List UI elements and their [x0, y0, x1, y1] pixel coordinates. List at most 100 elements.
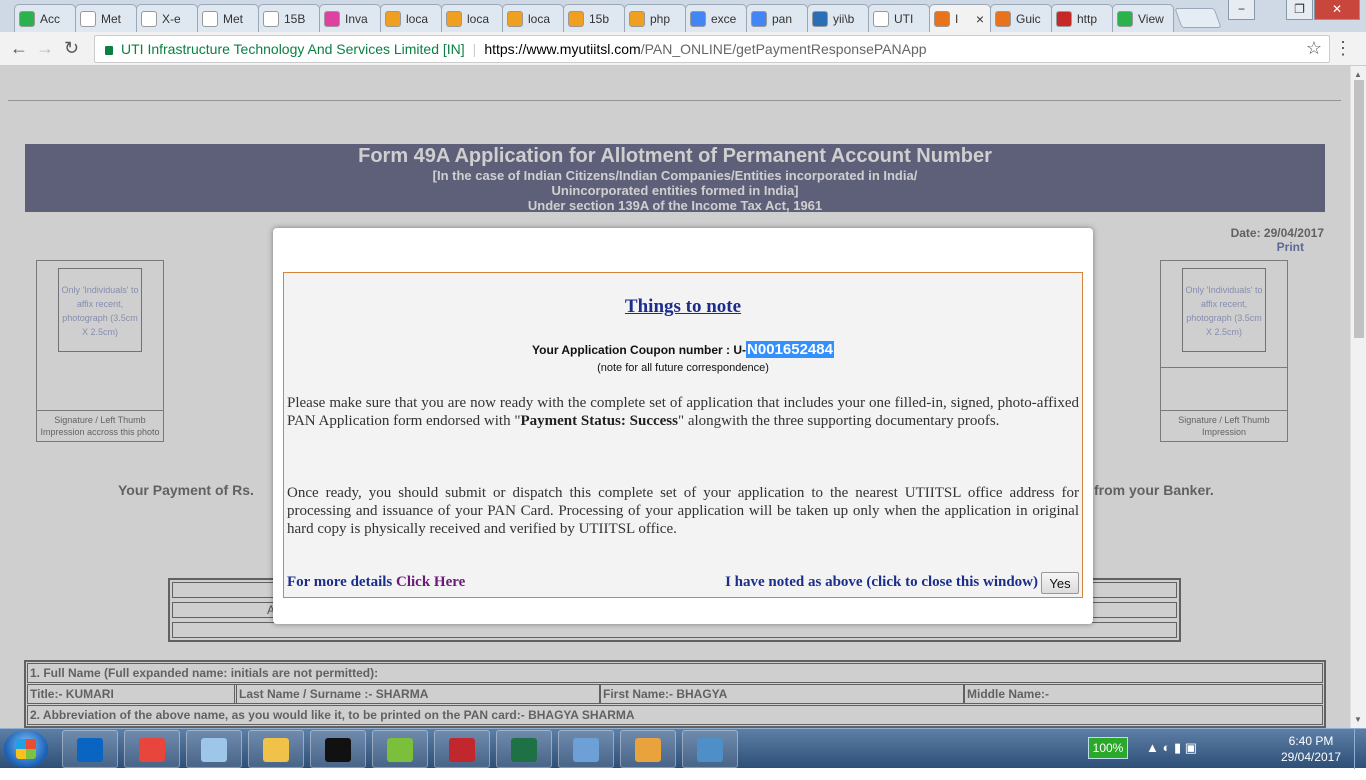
yes-button[interactable]: Yes	[1041, 572, 1079, 594]
cmd-icon	[325, 738, 351, 762]
browser-tab[interactable]: http	[1051, 4, 1113, 32]
close-window-button[interactable]: ✕	[1314, 0, 1360, 20]
tab-label: loca	[406, 11, 429, 26]
url-input[interactable]: UTI Infrastructure Technology And Servic…	[94, 35, 1330, 63]
dialog-frame: Things to note Your Application Coupon n…	[283, 272, 1083, 598]
browser-tab[interactable]: 15b	[563, 4, 625, 32]
tab-favicon-icon	[202, 10, 218, 27]
things-to-note-dialog: Things to note Your Application Coupon n…	[273, 228, 1093, 624]
scroll-down-icon[interactable]: ▼	[1354, 715, 1362, 724]
browser-tab[interactable]: Guic	[990, 4, 1052, 32]
instructions-paragraph-2: Once ready, you should submit or dispatc…	[287, 485, 1079, 537]
tab-label: View	[1138, 11, 1164, 26]
bookmark-star-icon[interactable]: ☆	[1306, 38, 1322, 59]
reload-icon[interactable]: ↻	[64, 38, 79, 59]
url-host: https://www.myutiitsl.com	[484, 41, 641, 57]
tab-label: yii\b	[833, 11, 855, 26]
page-scrollbar[interactable]: ▲ ▼	[1350, 66, 1366, 728]
payment-status-text: Payment Status: Success	[520, 413, 678, 429]
browser-tab[interactable]: loca	[502, 4, 564, 32]
taskbar-chrome[interactable]	[124, 730, 180, 768]
close-tab-icon[interactable]: ×	[976, 11, 984, 27]
virtualbox-icon	[573, 738, 599, 762]
browser-tab[interactable]: Met	[75, 4, 137, 32]
coupon-number[interactable]: N001652484	[746, 341, 834, 358]
tab-strip: Acc Met X-e Met 15B Inva loca loca loca 15b php exc…	[0, 0, 1366, 32]
photo-viewer-icon	[697, 738, 723, 762]
taskbar-paint[interactable]	[620, 730, 676, 768]
browser-tab[interactable]: UTI	[868, 4, 930, 32]
taskbar-virtualbox[interactable]	[558, 730, 614, 768]
tab-label: loca	[528, 11, 551, 26]
taskbar-filezilla[interactable]	[434, 730, 490, 768]
tray-icons[interactable]: ▲ ◐ ▮ ▣	[1146, 740, 1197, 780]
scroll-up-icon[interactable]: ▲	[1354, 70, 1362, 79]
taskbar-cmd[interactable]	[310, 730, 366, 768]
tab-favicon-icon	[690, 10, 706, 27]
filezilla-icon	[449, 738, 475, 762]
tab-label: Acc	[40, 11, 61, 26]
tab-label: UTI	[894, 11, 914, 26]
taskbar-excel[interactable]	[496, 730, 552, 768]
scrollbar-thumb[interactable]	[1354, 80, 1364, 338]
tab-favicon-icon	[263, 10, 279, 27]
maximize-button[interactable]: ❐	[1286, 0, 1313, 20]
address-bar: ← → ↻ UTI Infrastructure Technology And …	[0, 32, 1366, 66]
browser-tab[interactable]: pan	[746, 4, 808, 32]
instructions-paragraph-1: Please make sure that you are now ready …	[287, 395, 1079, 429]
notepad-plus-icon	[387, 738, 413, 762]
tab-label: Met	[101, 11, 122, 26]
noted-label: I have noted as above (click to close th…	[725, 574, 1038, 590]
tab-label: 15b	[589, 11, 610, 26]
taskbar-outlook[interactable]	[62, 730, 118, 768]
forward-icon[interactable]: →	[36, 38, 54, 59]
browser-tab[interactable]: exce	[685, 4, 747, 32]
new-tab-button[interactable]	[1174, 8, 1222, 28]
minimize-button[interactable]: −	[1228, 0, 1255, 20]
browser-tab[interactable]: I ×	[929, 4, 991, 32]
paint-icon	[635, 738, 661, 762]
browser-tab[interactable]: loca	[380, 4, 442, 32]
tab-label: Guic	[1016, 11, 1041, 26]
chrome-icon	[139, 738, 165, 762]
clock-date: 29/04/2017	[1280, 750, 1342, 764]
click-here-link[interactable]: Click Here	[396, 574, 465, 590]
more-details: For more details Click Here	[287, 574, 466, 590]
taskbar-notepad[interactable]	[186, 730, 242, 768]
start-button[interactable]	[4, 731, 48, 767]
excel-icon	[511, 738, 537, 762]
browser-tab[interactable]: 15B	[258, 4, 320, 32]
tab-favicon-icon	[934, 10, 950, 27]
browser-tab[interactable]: Acc	[14, 4, 76, 32]
browser-tab[interactable]: loca	[441, 4, 503, 32]
tab-favicon-icon	[995, 10, 1011, 27]
tab-favicon-icon	[812, 10, 828, 27]
page-content: Form 49A Application for Allotment of Pe…	[0, 66, 1350, 728]
outlook-icon	[77, 738, 103, 762]
tab-favicon-icon	[1056, 10, 1072, 27]
tab-favicon-icon	[385, 10, 401, 27]
browser-tab[interactable]: Inva	[319, 4, 381, 32]
tab-label: Inva	[345, 11, 368, 26]
tab-label: I	[955, 11, 959, 26]
taskbar-explorer[interactable]	[248, 730, 304, 768]
tab-label: 15B	[284, 11, 306, 26]
browser-tab[interactable]: X-e	[136, 4, 198, 32]
lock-icon	[105, 46, 113, 55]
secure-label: UTI Infrastructure Technology And Servic…	[121, 41, 465, 57]
browser-tab[interactable]: php	[624, 4, 686, 32]
back-icon[interactable]: ←	[10, 38, 28, 59]
browser-menu-icon[interactable]: ⋮	[1334, 38, 1352, 59]
taskbar-notepad-plus[interactable]	[372, 730, 428, 768]
tab-label: X-e	[162, 11, 181, 26]
tab-label: php	[650, 11, 671, 26]
show-desktop-button[interactable]	[1354, 729, 1366, 769]
system-clock[interactable]: 6:40 PM 29/04/2017	[1276, 733, 1346, 765]
coupon-label: Your Application Coupon number : U-	[532, 343, 747, 357]
battery-indicator[interactable]: 100%	[1088, 737, 1128, 759]
browser-tab[interactable]: Met	[197, 4, 259, 32]
taskbar-photo-viewer[interactable]	[682, 730, 738, 768]
tab-favicon-icon	[19, 10, 35, 27]
browser-tab[interactable]: View	[1112, 4, 1174, 32]
browser-tab[interactable]: yii\b	[807, 4, 869, 32]
